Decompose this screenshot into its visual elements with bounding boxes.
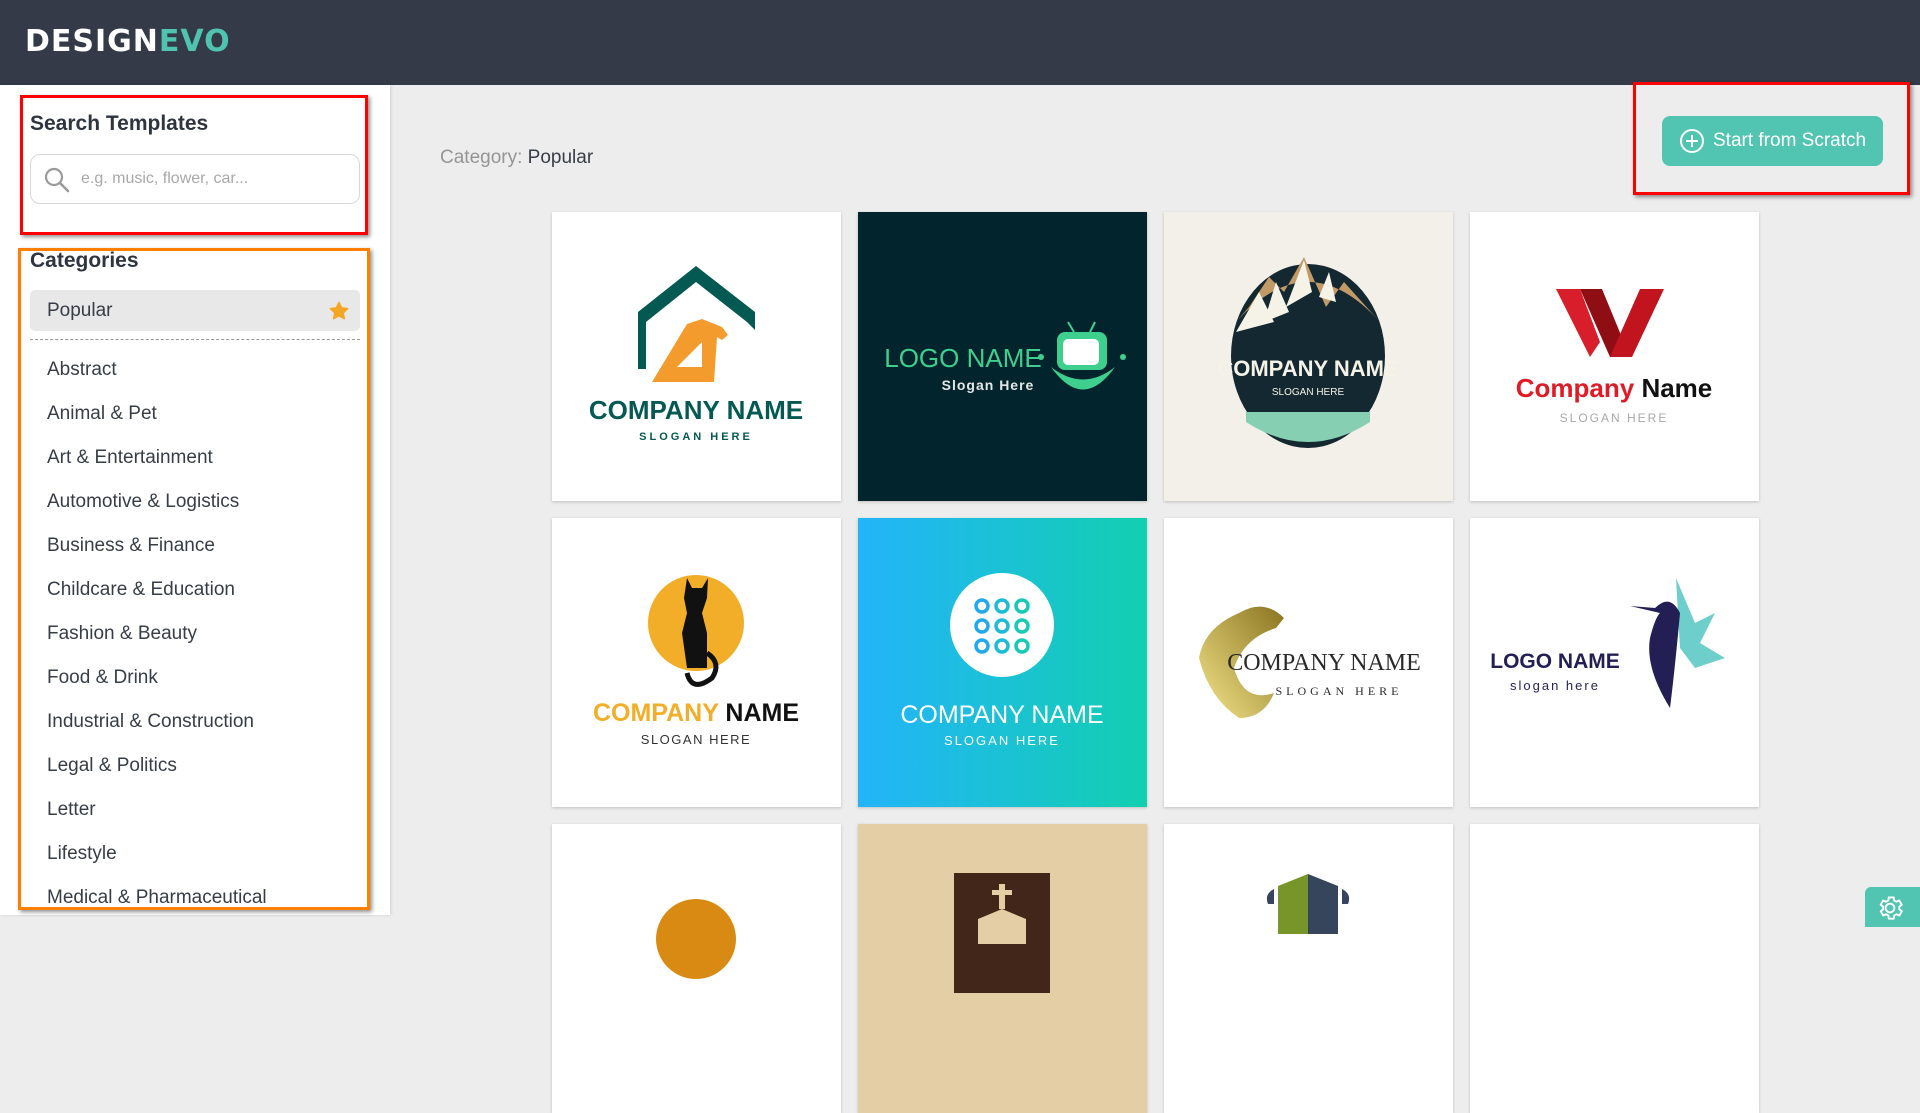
svg-text:slogan here: slogan here [1510, 678, 1600, 693]
svg-text:COMPANY NAME: COMPANY NAME [1227, 650, 1421, 676]
top-header: DESIGNEVO [0, 0, 1920, 85]
category-label: Popular [47, 300, 113, 321]
template-card[interactable]: COMPANY NAME SLOGAN HERE [1164, 212, 1453, 501]
search-templates-title: Search Templates [30, 112, 209, 135]
template-card[interactable]: COMPANY NAME SLOGAN HERE [858, 518, 1147, 807]
category-breadcrumb: Category: Popular [440, 147, 593, 169]
blank-template-thumbnail [1470, 824, 1759, 1113]
mountain-badge-icon: COMPANY NAME SLOGAN HERE [1164, 212, 1453, 501]
category-breadcrumb-value: Popular [527, 147, 594, 168]
template-card[interactable]: Company Name SLOGAN HERE [1470, 212, 1759, 501]
svg-text:COMPANY NAME: COMPANY NAME [593, 699, 799, 727]
category-item[interactable]: Medical & Pharmaceutical [30, 876, 360, 915]
start-from-scratch-button[interactable]: Start from Scratch [1662, 116, 1883, 166]
search-box[interactable] [30, 154, 360, 204]
church-icon [858, 824, 1147, 1113]
category-item[interactable]: Legal & Politics [30, 744, 360, 788]
category-divider [30, 339, 360, 340]
svg-text:SLOGAN HERE: SLOGAN HERE [944, 733, 1060, 748]
svg-text:SLOGAN HERE: SLOGAN HERE [1560, 411, 1669, 425]
svg-text:LOGO NAME: LOGO NAME [884, 343, 1041, 373]
template-card[interactable]: COMPANY NAME SLOGAN HERE [1164, 518, 1453, 807]
svg-text:SLOGAN HERE: SLOGAN HERE [639, 431, 753, 443]
start-from-scratch-label: Start from Scratch [1713, 130, 1867, 151]
template-card[interactable] [1164, 824, 1453, 1113]
categories-title: Categories [30, 249, 139, 272]
category-item[interactable]: Fashion & Beauty [30, 612, 360, 656]
category-list: Popular Abstract Animal & Pet Art & Ente… [30, 290, 360, 915]
template-card[interactable]: COMPANY NAME SLOGAN HERE [552, 518, 841, 807]
category-item[interactable]: Food & Drink [30, 656, 360, 700]
category-item[interactable]: Automotive & Logistics [30, 480, 360, 524]
category-item[interactable]: Letter [30, 788, 360, 832]
category-item[interactable]: Abstract [30, 348, 360, 392]
template-card[interactable]: COMPANY NAME SLOGAN HERE [552, 212, 841, 501]
svg-text:COMPANY NAME: COMPANY NAME [589, 395, 803, 425]
svg-text:LOGO NAME: LOGO NAME [1490, 650, 1620, 673]
svg-text:Company Name: Company Name [1516, 373, 1713, 403]
template-card[interactable] [1470, 824, 1759, 1113]
template-card[interactable]: LOGO NAME slogan here [1470, 518, 1759, 807]
dot-grid-icon: COMPANY NAME SLOGAN HERE [858, 518, 1147, 807]
svg-text:COMPANY NAME: COMPANY NAME [1217, 356, 1398, 381]
svg-text:COMPANY NAME: COMPANY NAME [900, 701, 1103, 729]
settings-button[interactable] [1865, 887, 1920, 927]
category-item[interactable]: Lifestyle [30, 832, 360, 876]
category-item-popular[interactable]: Popular [30, 290, 360, 331]
shield-house-icon [1164, 824, 1453, 1113]
gear-icon [1879, 896, 1903, 920]
search-input[interactable] [81, 155, 351, 203]
sidebar: Search Templates Categories Popular Abst… [0, 85, 390, 915]
letter-w-icon: Company Name SLOGAN HERE [1470, 212, 1759, 501]
category-item[interactable]: Childcare & Education [30, 568, 360, 612]
orange-circle-icon [552, 824, 841, 1113]
house-hammer-icon: COMPANY NAME SLOGAN HERE [552, 212, 841, 501]
svg-text:Slogan Here: Slogan Here [942, 377, 1035, 393]
designevo-logo[interactable]: DESIGNEVO [25, 24, 231, 59]
main-content: Category: Popular Start from Scratch COM… [390, 85, 1920, 1113]
template-card[interactable] [858, 824, 1147, 1113]
hummingbird-icon: LOGO NAME slogan here [1470, 518, 1759, 807]
svg-text:SLOGAN HERE: SLOGAN HERE [1276, 684, 1403, 698]
category-item[interactable]: Business & Finance [30, 524, 360, 568]
star-icon [329, 301, 349, 320]
category-item[interactable]: Animal & Pet [30, 392, 360, 436]
cat-moon-icon: COMPANY NAME SLOGAN HERE [552, 518, 841, 807]
logo-text-evo: EVO [158, 24, 231, 59]
category-breadcrumb-label: Category: [440, 147, 523, 168]
template-card[interactable] [552, 824, 841, 1113]
category-item[interactable]: Industrial & Construction [30, 700, 360, 744]
logo-text-design: DESIGN [25, 24, 159, 59]
dragon-icon: COMPANY NAME SLOGAN HERE [1164, 518, 1453, 807]
tv-icon: LOGO NAME Slogan Here [858, 212, 1147, 501]
plus-circle-icon [1680, 129, 1704, 153]
svg-text:SLOGAN HERE: SLOGAN HERE [1272, 387, 1345, 398]
svg-text:SLOGAN HERE: SLOGAN HERE [641, 732, 751, 747]
category-item[interactable]: Art & Entertainment [30, 436, 360, 480]
search-icon [44, 167, 70, 193]
template-card[interactable]: LOGO NAME Slogan Here [858, 212, 1147, 501]
